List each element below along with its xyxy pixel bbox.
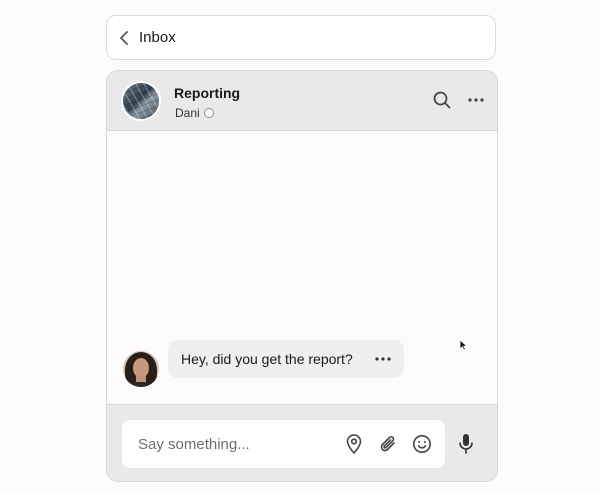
status-indicator bbox=[203, 108, 214, 118]
map-pin-icon[interactable] bbox=[344, 434, 364, 454]
message-list: Hey, did you get the report? bbox=[107, 131, 497, 405]
more-horizontal-icon[interactable] bbox=[467, 91, 485, 109]
avatar bbox=[123, 351, 159, 387]
microphone-icon[interactable] bbox=[456, 433, 476, 455]
message-composer bbox=[107, 404, 497, 481]
message-input-box bbox=[122, 420, 445, 468]
mouse-cursor-icon bbox=[459, 338, 469, 351]
chevron-left-icon[interactable] bbox=[119, 30, 133, 45]
paperclip-icon[interactable] bbox=[378, 434, 398, 454]
message-text: Hey, did you get the report? bbox=[181, 351, 353, 367]
inbox-back-bar[interactable]: Inbox bbox=[106, 15, 496, 60]
channel-avatar bbox=[121, 81, 161, 121]
inbox-back-label[interactable]: Inbox bbox=[139, 29, 176, 46]
smile-icon[interactable] bbox=[412, 434, 432, 454]
chat-panel: Reporting Dani Hey, did you get the repo… bbox=[106, 70, 498, 482]
channel-members: Dani bbox=[175, 106, 214, 120]
search-icon[interactable] bbox=[433, 91, 451, 109]
more-horizontal-icon[interactable] bbox=[374, 350, 392, 368]
chat-header: Reporting Dani bbox=[107, 71, 497, 131]
message-input[interactable] bbox=[136, 434, 330, 454]
member-name: Dani bbox=[175, 106, 200, 120]
channel-name: Reporting bbox=[174, 85, 241, 101]
message-bubble: Hey, did you get the report? bbox=[168, 340, 404, 378]
